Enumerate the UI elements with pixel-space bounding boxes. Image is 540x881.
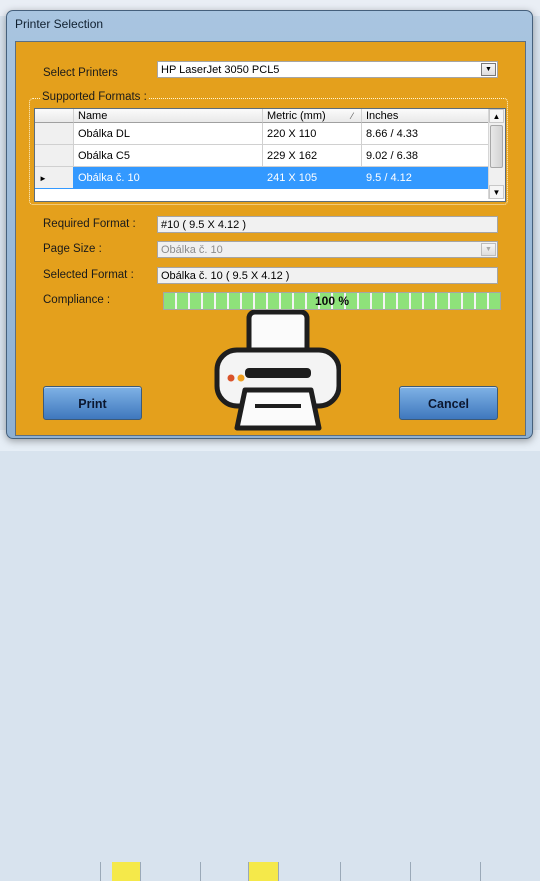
row-header[interactable] — [35, 123, 74, 145]
cell-metric: 229 X 162 — [263, 145, 362, 167]
row-header[interactable]: ► — [35, 167, 74, 189]
background-cell — [200, 862, 201, 881]
compliance-label: Compliance : — [43, 294, 111, 306]
cell-name: Obálka č. 10 — [74, 167, 263, 189]
window-title: Printer Selection — [15, 17, 104, 31]
background-cell — [100, 862, 101, 881]
page-size-select: Obálka č. 10 ▼ — [157, 241, 498, 258]
background-cell — [140, 862, 141, 881]
cancel-button[interactable]: Cancel — [399, 386, 498, 420]
required-format-field: #10 ( 9.5 X 4.12 ) — [157, 216, 498, 233]
column-header-inches[interactable]: Inches — [362, 109, 489, 123]
selected-format-label: Selected Format : — [43, 269, 134, 281]
sort-icon: ⁄ — [351, 111, 353, 121]
page-size-value: Obálka č. 10 — [161, 244, 223, 256]
table-row-selected[interactable]: ► Obálka č. 10 241 X 105 9.5 / 4.12 — [35, 167, 489, 189]
cell-inches: 9.02 / 6.38 — [362, 145, 489, 167]
table-row[interactable]: Obálka DL 220 X 110 8.66 / 4.33 — [35, 123, 489, 145]
scroll-thumb[interactable] — [490, 125, 503, 168]
column-header-metric-label: Metric (mm) — [267, 110, 326, 122]
row-header[interactable] — [35, 145, 74, 167]
background-cell — [248, 862, 278, 881]
printer-selection-dialog: Printer Selection Select Printers HP Las… — [6, 10, 533, 439]
cell-inches: 8.66 / 4.33 — [362, 123, 489, 145]
selected-format-field: Obálka č. 10 ( 9.5 X 4.12 ) — [157, 267, 498, 284]
column-header-metric[interactable]: Metric (mm) ⁄ — [263, 109, 362, 123]
cell-inches: 9.5 / 4.12 — [362, 167, 489, 189]
chevron-down-icon[interactable]: ▼ — [481, 63, 496, 76]
page-size-label: Page Size : — [43, 243, 102, 255]
row-header-corner — [35, 109, 74, 123]
background-cell — [340, 862, 341, 881]
background-cell — [248, 862, 249, 881]
printer-select[interactable]: HP LaserJet 3050 PCL5 ▼ — [157, 61, 498, 78]
cell-metric: 220 X 110 — [263, 123, 362, 145]
table-row[interactable]: Obálka C5 229 X 162 9.02 / 6.38 — [35, 145, 489, 167]
formats-grid[interactable]: Name Metric (mm) ⁄ Inches Obálka DL 220 … — [34, 108, 506, 202]
supported-formats-group: Supported Formats : Name Metric (mm) ⁄ I… — [29, 91, 508, 205]
background-cell — [410, 862, 411, 881]
background-cell — [278, 862, 279, 881]
compliance-progress-bar: 100 % — [163, 292, 501, 310]
supported-formats-title: Supported Formats : — [40, 91, 149, 103]
background-cell — [112, 862, 140, 881]
dialog-client-area: Select Printers HP LaserJet 3050 PCL5 ▼ … — [15, 41, 526, 436]
printer-select-value: HP LaserJet 3050 PCL5 — [161, 64, 280, 76]
scroll-down-icon[interactable]: ▼ — [489, 185, 504, 199]
compliance-percent-text: 100 % — [314, 294, 350, 308]
column-header-name[interactable]: Name — [74, 109, 263, 123]
background-cell — [480, 862, 481, 881]
cell-name: Obálka DL — [74, 123, 263, 145]
current-row-arrow-icon: ► — [39, 174, 47, 183]
printer-icon — [214, 310, 341, 431]
print-button[interactable]: Print — [43, 386, 142, 420]
scroll-up-icon[interactable]: ▲ — [489, 109, 504, 123]
required-format-label: Required Format : — [43, 218, 136, 230]
grid-vertical-scrollbar[interactable]: ▲ ▼ — [488, 109, 505, 199]
cell-metric: 241 X 105 — [263, 167, 362, 189]
select-printers-label: Select Printers — [43, 67, 118, 79]
chevron-down-icon: ▼ — [481, 243, 496, 256]
cell-name: Obálka C5 — [74, 145, 263, 167]
